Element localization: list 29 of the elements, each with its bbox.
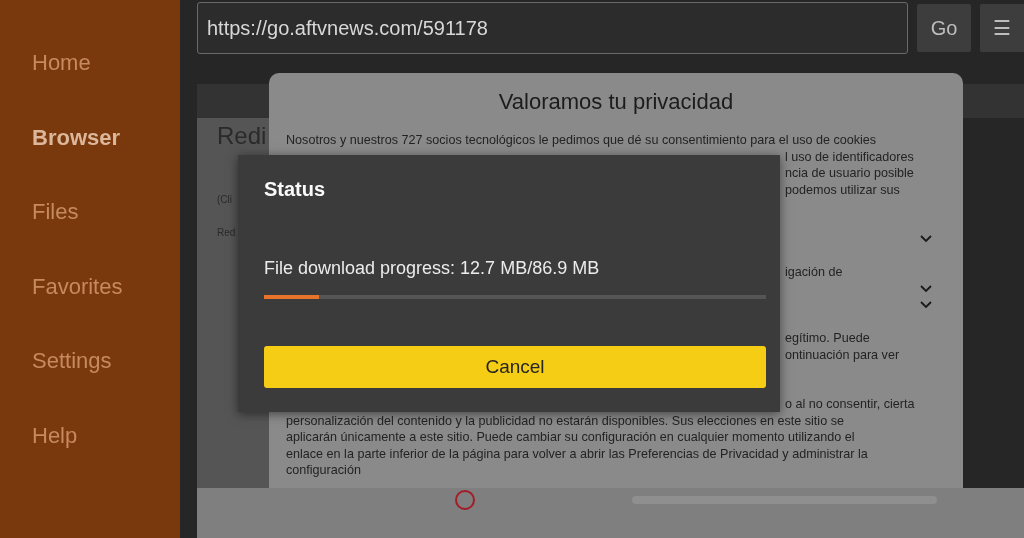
sidebar-item[interactable]: Help — [0, 416, 88, 455]
go-button[interactable]: Go — [917, 4, 971, 52]
sidebar-item[interactable]: Files — [0, 193, 89, 231]
privacy-text: igación de — [785, 264, 843, 281]
chevron-down-icon[interactable] — [920, 284, 932, 293]
dialog-title: Status — [264, 178, 326, 201]
cursor-icon — [455, 490, 475, 510]
privacy-text: ncia de usuario posible — [785, 165, 914, 182]
privacy-text: egítimo. Puede — [785, 330, 870, 347]
sidebar-item[interactable]: Settings — [0, 342, 122, 380]
url-field[interactable]: https://go.aftvnews.com/591178 — [197, 2, 908, 54]
sidebar-item[interactable]: Browser — [0, 118, 131, 157]
privacy-text: configuración — [286, 462, 361, 479]
chevron-down-icon[interactable] — [920, 301, 932, 309]
cancel-button[interactable]: Cancel — [264, 346, 766, 388]
dialog-title: Valoramos tu privacidad — [497, 89, 735, 115]
chevron-down-icon[interactable] — [920, 235, 932, 243]
privacy-text: ontinuación para ver — [785, 346, 900, 363]
menu-button[interactable]: ☰ — [980, 4, 1024, 52]
sidebar-item[interactable]: Home — [0, 44, 101, 82]
privacy-text: enlace en la parte inferior de la página para volver a abrir las Preferencias de Privacidad y administrar la — [286, 445, 868, 462]
privacy-text: o al no consentir, cierta — [785, 396, 915, 413]
privacy-text: Nosotros y nuestros 727 socios tecnológicos le pedimos que dé su consentimiento para el uso de cookies — [286, 132, 877, 149]
privacy-text: l uso de identificadores — [785, 148, 914, 165]
progress-text: File download progress: 12.7 MB/86.9 MB — [264, 258, 600, 279]
privacy-text: personalización del contenido y la publicidad no estarán disponibles. Sus elecciones en este sitio se — [286, 412, 844, 429]
privacy-text: aplicarán únicamente a este sitio. Puede cambiar su configuración en cualquier momento utilizando el — [286, 429, 855, 446]
privacy-text: podemos utilizar sus — [785, 181, 900, 198]
sidebar-item[interactable]: Favorites — [0, 267, 133, 306]
